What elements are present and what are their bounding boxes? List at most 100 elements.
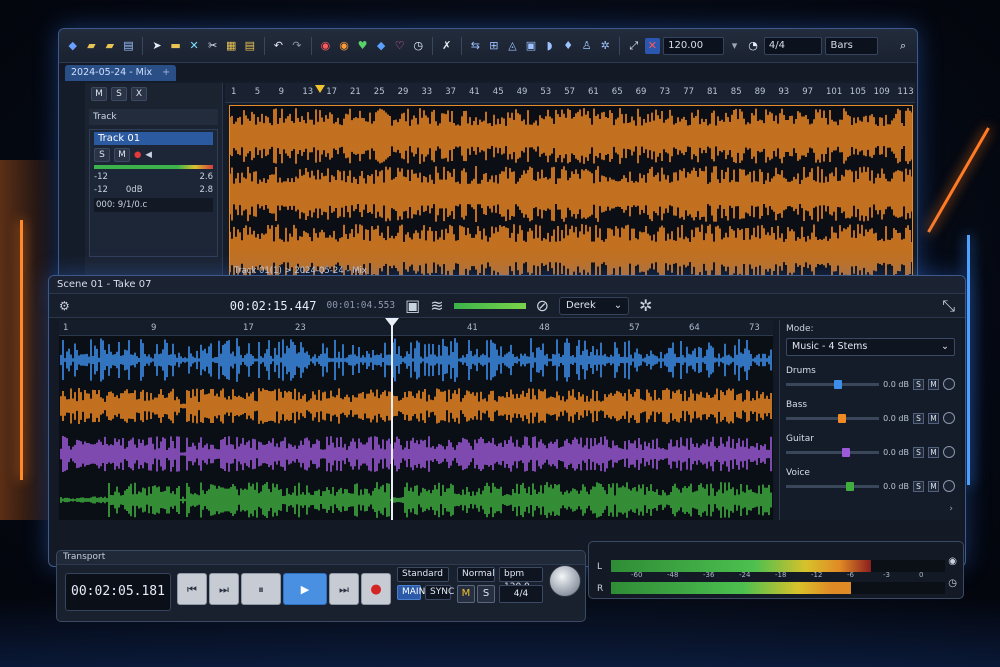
stem-volume-fader[interactable]: [786, 481, 879, 491]
loop-icon[interactable]: ⇆: [468, 38, 484, 54]
time-signature-field[interactable]: 4/4: [763, 36, 823, 55]
skip-end-button[interactable]: ⏭: [329, 573, 359, 605]
folder-icon[interactable]: ▰: [102, 38, 118, 54]
record-button[interactable]: ●: [361, 573, 391, 605]
meter-reset-icon[interactable]: ◷: [948, 578, 957, 589]
stem-pan-knob[interactable]: [943, 446, 955, 458]
stem-ruler[interactable]: 1 9 17 23 41 48 57 64 73: [59, 320, 773, 336]
pause-button[interactable]: ⏸: [241, 573, 281, 605]
master-volume-knob[interactable]: [549, 565, 581, 597]
bpm-field[interactable]: bpm 120.0: [499, 567, 543, 592]
fader-handle[interactable]: [842, 447, 850, 457]
marker-green-icon[interactable]: ♥: [355, 38, 371, 54]
settings-icon[interactable]: ✲: [639, 296, 652, 315]
add-tab-button[interactable]: +: [162, 67, 170, 78]
fader-handle[interactable]: [846, 481, 854, 491]
stem-mute-button[interactable]: M: [928, 480, 939, 492]
meter-settings-icon[interactable]: ◉: [948, 556, 957, 567]
crop-icon[interactable]: ▣: [523, 38, 539, 54]
tempo-field[interactable]: 120.00: [663, 36, 724, 55]
user-dropdown[interactable]: Derek ⌄: [559, 296, 630, 315]
search-icon[interactable]: ⌕: [895, 38, 911, 54]
stem-solo-button[interactable]: S: [913, 446, 924, 458]
mute-tool-icon[interactable]: ✗: [439, 38, 455, 54]
audio-clip[interactable]: Track 01(1) > 2024-05-24 - Mix: [229, 105, 913, 279]
mixer-icon[interactable]: ▣: [405, 296, 420, 315]
collapse-icon[interactable]: ⤡: [942, 296, 955, 316]
play-button[interactable]: ▶: [283, 573, 327, 605]
main-button[interactable]: MAIN: [397, 585, 425, 600]
stem-waveforms[interactable]: [59, 336, 773, 520]
stem-pan-knob[interactable]: [943, 480, 955, 492]
grid-select[interactable]: Bars: [825, 36, 879, 55]
next-arrow-icon[interactable]: ›: [949, 504, 953, 514]
speaker-icon[interactable]: ◀: [145, 150, 152, 160]
mute-red-icon[interactable]: ✕: [644, 37, 661, 54]
clock-icon[interactable]: ◷: [410, 38, 426, 54]
track-name[interactable]: Track 01: [94, 132, 213, 145]
stem-volume-fader[interactable]: [786, 379, 879, 389]
solo-toggle[interactable]: S: [477, 585, 495, 603]
pencil-tool-icon[interactable]: ▬: [168, 38, 184, 54]
folder-open-icon[interactable]: ▰: [84, 38, 100, 54]
marker-orange-icon[interactable]: ◉: [336, 38, 352, 54]
metronome-toggle[interactable]: M: [457, 585, 475, 603]
pointer-tool-icon[interactable]: ➤: [149, 38, 165, 54]
track-mute-button[interactable]: M: [114, 148, 130, 162]
copy-icon[interactable]: ▦: [223, 38, 239, 54]
stem-pan-knob[interactable]: [943, 412, 955, 424]
stem-volume-fader[interactable]: [786, 447, 879, 457]
pin-icon[interactable]: ♦: [560, 38, 576, 54]
mode-select[interactable]: Music - 4 Stems ⌄: [786, 338, 955, 356]
signature-field[interactable]: 4/4: [499, 585, 543, 603]
automation-icon[interactable]: ◬: [505, 38, 521, 54]
no-entry-icon[interactable]: ⊘: [536, 296, 549, 315]
stem-solo-button[interactable]: S: [913, 412, 924, 424]
sync-button[interactable]: SYNC: [425, 585, 454, 600]
zoom-tool-icon[interactable]: ⤢: [626, 38, 642, 54]
redo-icon[interactable]: ↷: [289, 38, 305, 54]
marker-pink-icon[interactable]: ♡: [392, 38, 408, 54]
split-tool-icon[interactable]: ✕: [186, 38, 202, 54]
playhead-marker[interactable]: [315, 85, 325, 93]
chip-icon[interactable]: ⚙: [59, 299, 70, 313]
mode-standard-select[interactable]: Standard: [397, 567, 449, 582]
new-file-icon[interactable]: ◆: [65, 38, 81, 54]
fast-forward-button[interactable]: ⏭: [209, 573, 239, 605]
cut-icon[interactable]: ✂: [205, 38, 221, 54]
track-01-panel[interactable]: Track 01 S M ● ◀ -12 2.6 -12 0dB 2.8 000…: [89, 129, 218, 257]
record-arm-icon[interactable]: ●: [134, 150, 141, 160]
fader-handle[interactable]: [838, 413, 846, 423]
rewind-button[interactable]: ⏮: [177, 573, 207, 605]
tempo-dropdown-icon[interactable]: ▾: [727, 38, 743, 54]
metronome-icon[interactable]: ♙: [579, 38, 595, 54]
stem-mute-button[interactable]: M: [928, 446, 939, 458]
normal-select[interactable]: Normal: [457, 567, 495, 582]
marker-red-icon[interactable]: ◉: [318, 38, 334, 54]
mute-all-button[interactable]: M: [91, 87, 107, 101]
stem-mute-button[interactable]: M: [928, 378, 939, 390]
track-solo-button[interactable]: S: [94, 148, 110, 162]
arrangement-ruler[interactable]: 1 5 9 13 17 21 25 29 33 37 41 45 49 53 57 61 65 69 73 77 81 8…: [225, 83, 915, 103]
paste-icon[interactable]: ▤: [242, 38, 258, 54]
stem-playhead[interactable]: [385, 318, 399, 520]
stem-solo-button[interactable]: S: [913, 480, 924, 492]
track-position[interactable]: 000: 9/1/0.c: [96, 200, 147, 210]
stem-mute-button[interactable]: M: [928, 412, 939, 424]
close-all-button[interactable]: X: [131, 87, 147, 101]
solo-all-button[interactable]: S: [111, 87, 127, 101]
snap-icon[interactable]: ⊞: [486, 38, 502, 54]
stem-volume-fader[interactable]: [786, 413, 879, 423]
stem-solo-button[interactable]: S: [913, 378, 924, 390]
wave-icon[interactable]: ≋: [430, 296, 443, 315]
save-icon[interactable]: ▤: [121, 38, 137, 54]
tap-icon[interactable]: ◔: [745, 38, 761, 54]
marker-blue-icon[interactable]: ◆: [373, 38, 389, 54]
tab-mix[interactable]: 2024-05-24 - Mix +: [65, 65, 177, 81]
fader-handle[interactable]: [834, 379, 842, 389]
fade-icon[interactable]: ◗: [542, 38, 558, 54]
track-gain[interactable]: 0dB: [126, 185, 143, 195]
settings-gear-icon[interactable]: ✲: [597, 38, 613, 54]
undo-icon[interactable]: ↶: [271, 38, 287, 54]
stem-pan-knob[interactable]: [943, 378, 955, 390]
